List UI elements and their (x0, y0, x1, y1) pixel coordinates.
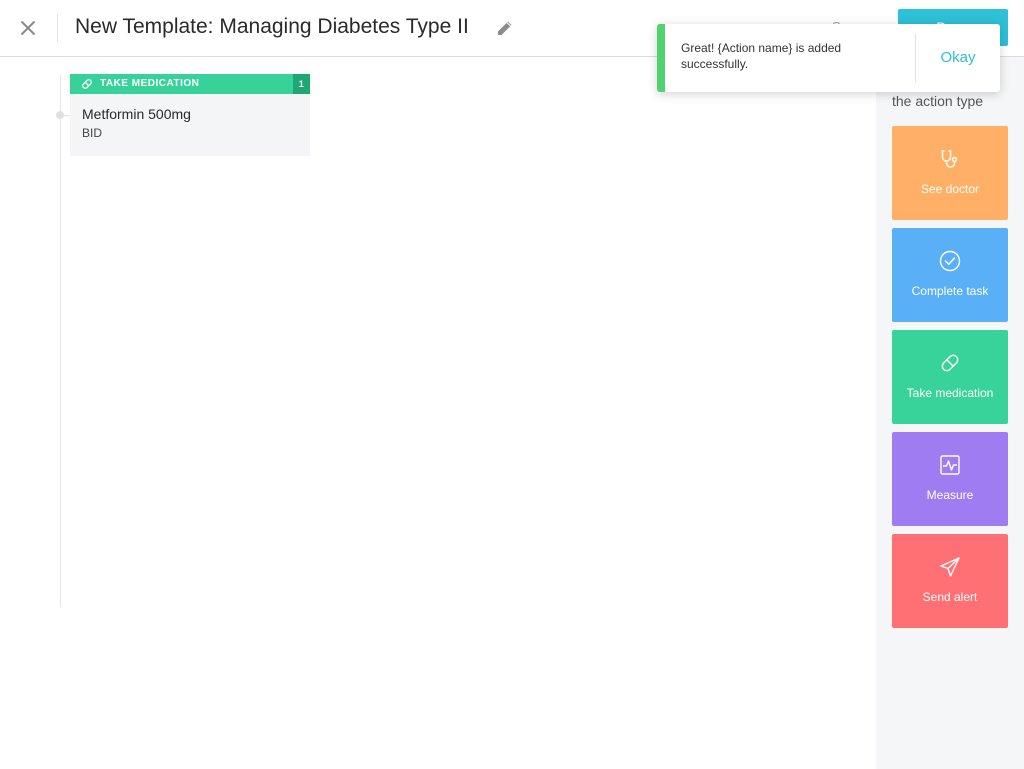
card-type-label: TAKE MEDICATION (100, 78, 200, 89)
take-medication-button[interactable]: Take medication (892, 330, 1008, 424)
timeline-dot (56, 111, 64, 119)
medication-action-card[interactable]: TAKE MEDICATION 1 Metformin 500mg BID (70, 74, 310, 156)
pencil-icon[interactable] (496, 19, 514, 37)
chart-icon (939, 454, 961, 476)
page-title: New Template: Managing Diabetes Type II (75, 15, 469, 38)
pill-icon (81, 78, 93, 90)
header-divider (57, 14, 58, 42)
toast-message: Great! {Action name} is added successful… (681, 41, 842, 71)
take-medication-label: Take medication (906, 386, 994, 400)
medication-frequency: BID (82, 126, 103, 140)
card-count-badge: 1 (293, 74, 310, 94)
card-header: TAKE MEDICATION 1 (70, 74, 310, 94)
see-doctor-button[interactable]: See doctor (892, 126, 1008, 220)
check-circle-icon (939, 250, 961, 272)
send-alert-button[interactable]: Send alert (892, 534, 1008, 628)
stethoscope-icon (939, 148, 961, 170)
pill-icon (939, 352, 961, 374)
complete-task-label: Complete task (911, 284, 989, 298)
close-icon[interactable] (18, 18, 38, 38)
toast-accent-bar (657, 24, 665, 92)
action-type-sidebar: the action type See doctor Complete task… (876, 57, 1024, 769)
timeline-line (60, 75, 61, 607)
measure-label: Measure (926, 488, 974, 502)
paper-plane-icon (939, 556, 961, 578)
sidebar-title: the action type (892, 93, 984, 109)
complete-task-button[interactable]: Complete task (892, 228, 1008, 322)
success-toast: Great! {Action name} is added successful… (657, 24, 1000, 92)
measure-button[interactable]: Measure (892, 432, 1008, 526)
see-doctor-label: See doctor (920, 182, 980, 196)
medication-name: Metformin 500mg (82, 106, 191, 122)
okay-button[interactable]: Okay (916, 24, 1000, 92)
send-alert-label: Send alert (922, 590, 978, 604)
